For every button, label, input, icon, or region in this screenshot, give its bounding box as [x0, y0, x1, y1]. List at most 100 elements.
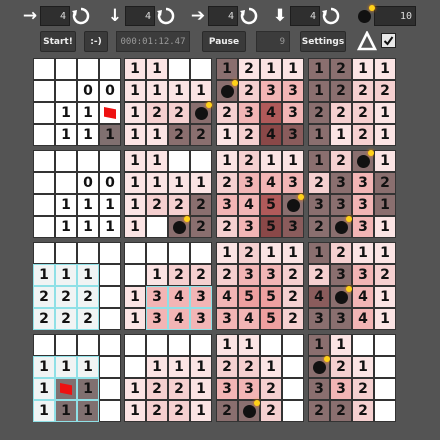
board-cell[interactable]: 1 — [77, 124, 99, 146]
board-cell[interactable] — [308, 355, 330, 378]
refresh-icon[interactable] — [70, 5, 92, 27]
board-cell[interactable]: 2 — [190, 194, 212, 216]
board-cell[interactable]: 2 — [55, 286, 77, 308]
board-cell[interactable]: 1 — [308, 242, 330, 264]
board-cell[interactable]: 1 — [330, 124, 352, 146]
board-cell[interactable]: 3 — [352, 264, 374, 286]
board-cell[interactable]: 3 — [308, 378, 330, 400]
board-cell[interactable] — [55, 378, 77, 400]
board-cell[interactable] — [99, 334, 121, 356]
board-cell[interactable]: 1 — [216, 150, 238, 172]
board-cell[interactable] — [190, 242, 212, 264]
board-cell[interactable]: 2 — [330, 102, 352, 124]
board-cell[interactable] — [33, 334, 55, 356]
refresh-icon[interactable] — [155, 5, 177, 27]
board-cell[interactable]: 1 — [124, 124, 146, 146]
board-cell[interactable]: 2 — [238, 150, 260, 172]
board-cell[interactable]: 1 — [55, 264, 77, 286]
board-cell[interactable]: 2 — [330, 80, 352, 102]
board-cell[interactable]: 1 — [146, 356, 168, 378]
board-cell[interactable]: 2 — [374, 172, 396, 194]
dimension-input-4[interactable]: 4 — [290, 6, 320, 26]
board-cell[interactable]: 1 — [99, 194, 121, 216]
board-cell[interactable]: 2 — [146, 194, 168, 216]
board-cell[interactable] — [282, 378, 304, 400]
board-cell[interactable] — [33, 102, 55, 124]
board-cell[interactable]: 1 — [308, 80, 330, 102]
board-cell[interactable]: 4 — [168, 286, 190, 308]
board-cell[interactable] — [168, 58, 190, 80]
board-cell[interactable]: 0 — [77, 80, 99, 102]
board-cell[interactable]: 3 — [282, 172, 304, 194]
board-cell[interactable]: 1 — [55, 400, 77, 422]
board-cell[interactable]: 2 — [146, 102, 168, 124]
board-cell[interactable]: 2 — [168, 264, 190, 286]
refresh-icon[interactable] — [238, 5, 260, 27]
board-cell[interactable]: 2 — [374, 80, 396, 102]
board-cell[interactable]: 2 — [352, 400, 374, 422]
board-cell[interactable]: 5 — [238, 286, 260, 308]
board-cell[interactable]: 1 — [77, 400, 99, 422]
board-cell[interactable]: 2 — [238, 242, 260, 264]
board-cell[interactable]: 3 — [146, 308, 168, 330]
board-cell[interactable]: 2 — [33, 308, 55, 330]
board-cell[interactable]: 1 — [146, 58, 168, 80]
board-cell[interactable]: 2 — [282, 308, 304, 330]
board-cell[interactable] — [260, 334, 282, 356]
settings-button[interactable]: Settings — [300, 31, 346, 52]
board-cell[interactable] — [77, 58, 99, 80]
board-cell[interactable]: 1 — [260, 58, 282, 80]
board-cell[interactable]: 1 — [308, 58, 330, 80]
board-cell[interactable]: 1 — [190, 172, 212, 194]
board-cell[interactable]: 1 — [124, 194, 146, 216]
board-cell[interactable]: 4 — [216, 286, 238, 308]
board-cell[interactable]: 2 — [330, 400, 352, 422]
delta-icon[interactable] — [357, 31, 377, 51]
board-cell[interactable]: 2 — [190, 216, 212, 238]
board-cell[interactable]: 2 — [330, 58, 352, 80]
board-cell[interactable]: 1 — [238, 334, 260, 356]
board-cell[interactable]: 3 — [238, 172, 260, 194]
board-cell[interactable]: 2 — [282, 286, 304, 308]
board-cell[interactable] — [190, 58, 212, 80]
board-cell[interactable]: 5 — [260, 194, 282, 216]
board-cell[interactable]: 2 — [168, 124, 190, 146]
board-cell[interactable]: 1 — [216, 124, 238, 146]
board-cell[interactable]: 2 — [216, 356, 238, 378]
board-cell[interactable]: 1 — [374, 308, 396, 330]
board-cell[interactable]: 1 — [282, 150, 304, 172]
board-cell[interactable]: 3 — [216, 378, 238, 400]
board-cell[interactable] — [282, 356, 304, 378]
board-cell[interactable]: 2 — [168, 102, 190, 124]
board-cell[interactable] — [282, 193, 304, 216]
dimension-input-3[interactable]: 4 — [208, 6, 238, 26]
board-cell[interactable]: 3 — [352, 194, 374, 216]
board-cell[interactable]: 1 — [282, 58, 304, 80]
board-cell[interactable] — [33, 242, 55, 264]
board-cell[interactable]: 1 — [260, 150, 282, 172]
board-cell[interactable] — [190, 150, 212, 172]
board-cell[interactable]: 1 — [33, 378, 55, 400]
board-cell[interactable] — [190, 101, 212, 124]
board-cell[interactable] — [124, 356, 146, 378]
board-cell[interactable]: 2 — [330, 356, 352, 378]
board-cell[interactable]: 1 — [33, 264, 55, 286]
board-cell[interactable]: 1 — [374, 58, 396, 80]
board-cell[interactable] — [374, 400, 396, 422]
board-cell[interactable]: 3 — [146, 286, 168, 308]
board-cell[interactable]: 2 — [168, 194, 190, 216]
board-cell[interactable] — [99, 308, 121, 330]
board-cell[interactable]: 1 — [308, 124, 330, 146]
board-cell[interactable]: 2 — [238, 124, 260, 146]
board-cell[interactable]: 1 — [190, 80, 212, 102]
board-cell[interactable] — [374, 356, 396, 378]
board-cell[interactable]: 3 — [282, 102, 304, 124]
board-cell[interactable] — [168, 334, 190, 356]
board-cell[interactable] — [146, 242, 168, 264]
board-cell[interactable]: 1 — [124, 58, 146, 80]
board-cell[interactable] — [99, 102, 121, 124]
board-cell[interactable]: 5 — [260, 286, 282, 308]
board-cell[interactable]: 1 — [374, 242, 396, 264]
board-cell[interactable] — [33, 124, 55, 146]
board-cell[interactable]: 1 — [55, 102, 77, 124]
